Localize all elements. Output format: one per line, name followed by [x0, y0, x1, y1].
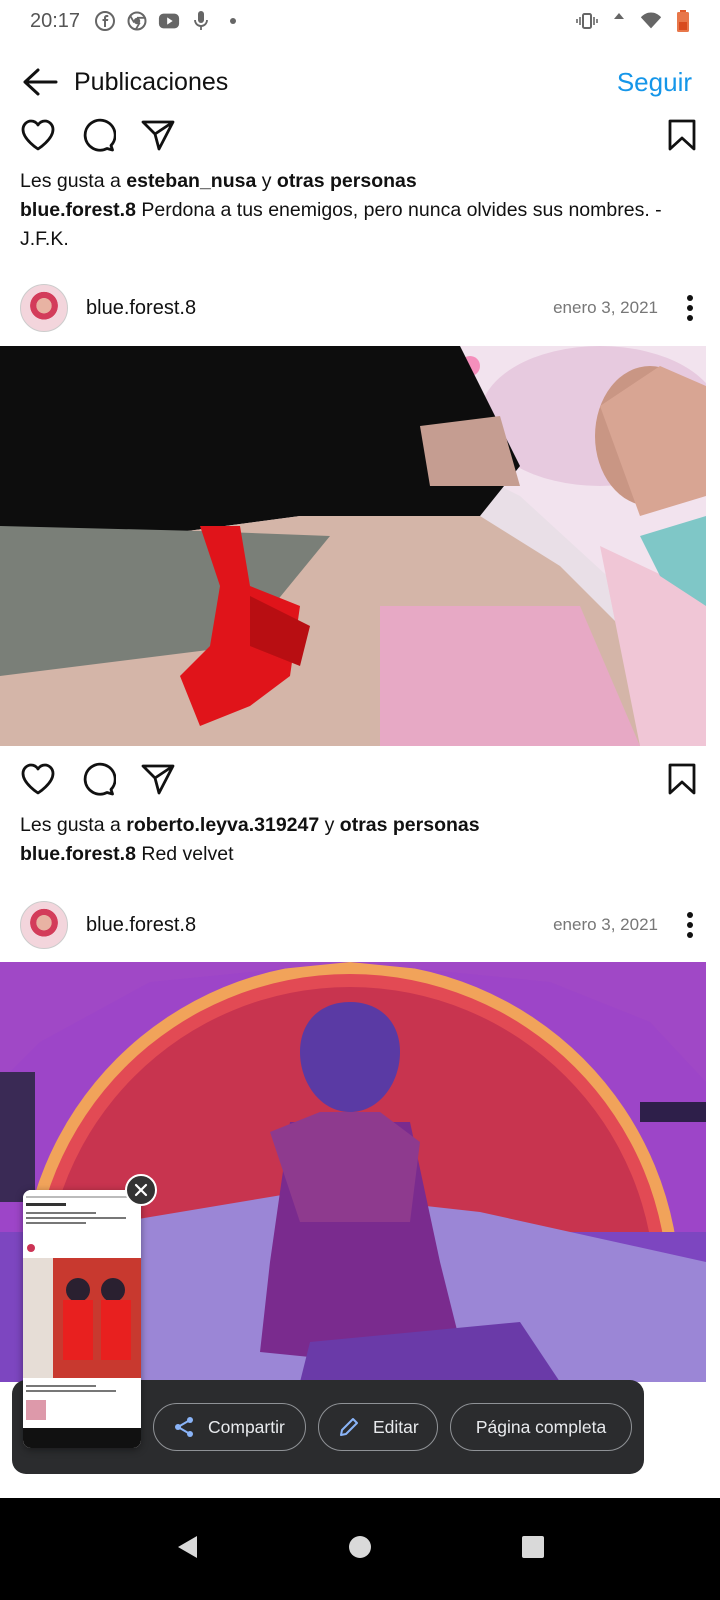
follow-button[interactable]: Seguir: [617, 67, 692, 98]
comment-icon: [83, 762, 116, 796]
post-header: blue.forest.8 enero 3, 2021: [0, 895, 720, 955]
post-caption: blue.forest.8 Perdona a tus enemigos, pe…: [20, 196, 700, 254]
post-photo[interactable]: [0, 346, 706, 746]
comment-button[interactable]: [78, 759, 118, 799]
like-button[interactable]: [18, 115, 58, 155]
nav-home-button[interactable]: [348, 1535, 372, 1564]
nav-back-button[interactable]: [175, 1534, 199, 1565]
comment-icon: [83, 118, 116, 152]
screenshot-preview[interactable]: [23, 1190, 141, 1448]
edit-button[interactable]: Editar: [318, 1403, 438, 1451]
bookmark-icon: [668, 119, 696, 151]
facebook-icon: [94, 10, 116, 32]
post-actions: [0, 754, 720, 804]
dot-icon: [222, 10, 244, 32]
liker-link[interactable]: roberto.leyva.319247: [126, 814, 319, 836]
heart-icon: [21, 119, 55, 151]
send-icon: [141, 764, 175, 795]
post-actions: [0, 110, 720, 160]
liker-link[interactable]: esteban_nusa: [126, 170, 256, 192]
likes-text: Les gusta a roberto.leyva.319247 y otras…: [20, 814, 480, 836]
pencil-icon: [337, 1415, 361, 1439]
avatar[interactable]: [20, 284, 68, 332]
likes-text: Les gusta a esteban_nusa y otras persona…: [20, 170, 417, 192]
send-icon: [141, 120, 175, 151]
full-page-button[interactable]: Página completa: [450, 1403, 632, 1451]
likes-others-link[interactable]: otras personas: [340, 814, 480, 836]
heart-icon: [21, 763, 55, 795]
signal-icon: [608, 10, 630, 32]
full-page-label: Página completa: [475, 1416, 607, 1437]
share-post-button[interactable]: [138, 115, 178, 155]
avatar[interactable]: [20, 901, 68, 949]
top-app-bar: Publicaciones Seguir: [0, 50, 720, 114]
share-label: Compartir: [208, 1416, 285, 1437]
page-title: Publicaciones: [74, 67, 229, 96]
more-options-button[interactable]: [680, 907, 700, 943]
vibrate-icon: [576, 10, 598, 32]
share-icon: [172, 1415, 196, 1439]
caption-username[interactable]: blue.forest.8: [20, 199, 136, 221]
caption-username[interactable]: blue.forest.8: [20, 843, 136, 865]
share-button[interactable]: Compartir: [153, 1403, 306, 1451]
recents-square-icon: [522, 1535, 545, 1558]
comment-button[interactable]: [78, 115, 118, 155]
arrow-left-icon: [23, 68, 58, 96]
save-button[interactable]: [662, 759, 702, 799]
post-date: enero 3, 2021: [553, 915, 658, 934]
battery-icon: [672, 10, 694, 32]
close-icon: [134, 1183, 148, 1197]
status-time: 20:17: [30, 9, 81, 32]
chrome-icon: [126, 10, 148, 32]
post-username[interactable]: blue.forest.8: [86, 297, 196, 320]
close-preview-button[interactable]: [125, 1174, 157, 1206]
home-circle-icon: [348, 1535, 371, 1558]
more-vertical-icon: [687, 912, 693, 938]
save-button[interactable]: [662, 115, 702, 155]
mic-icon: [190, 10, 212, 32]
post-caption: blue.forest.8 Red velvet: [20, 840, 700, 869]
post-username[interactable]: blue.forest.8: [86, 914, 196, 937]
edit-label: Editar: [373, 1416, 419, 1437]
post-date: enero 3, 2021: [553, 298, 658, 317]
post-header: blue.forest.8 enero 3, 2021: [0, 278, 720, 338]
system-nav-bar: [0, 1498, 720, 1600]
nav-recents-button[interactable]: [521, 1535, 545, 1564]
more-vertical-icon: [687, 295, 693, 321]
more-options-button[interactable]: [680, 290, 700, 326]
bookmark-icon: [668, 763, 696, 795]
share-post-button[interactable]: [138, 759, 178, 799]
wifi-icon: [640, 10, 662, 32]
like-button[interactable]: [18, 759, 58, 799]
likes-others-link[interactable]: otras personas: [277, 170, 417, 192]
back-triangle-icon: [177, 1535, 197, 1558]
youtube-icon: [158, 10, 180, 32]
caption-text: Red velvet: [135, 843, 234, 865]
back-button[interactable]: [20, 62, 60, 102]
status-bar: 20:17: [0, 0, 720, 42]
